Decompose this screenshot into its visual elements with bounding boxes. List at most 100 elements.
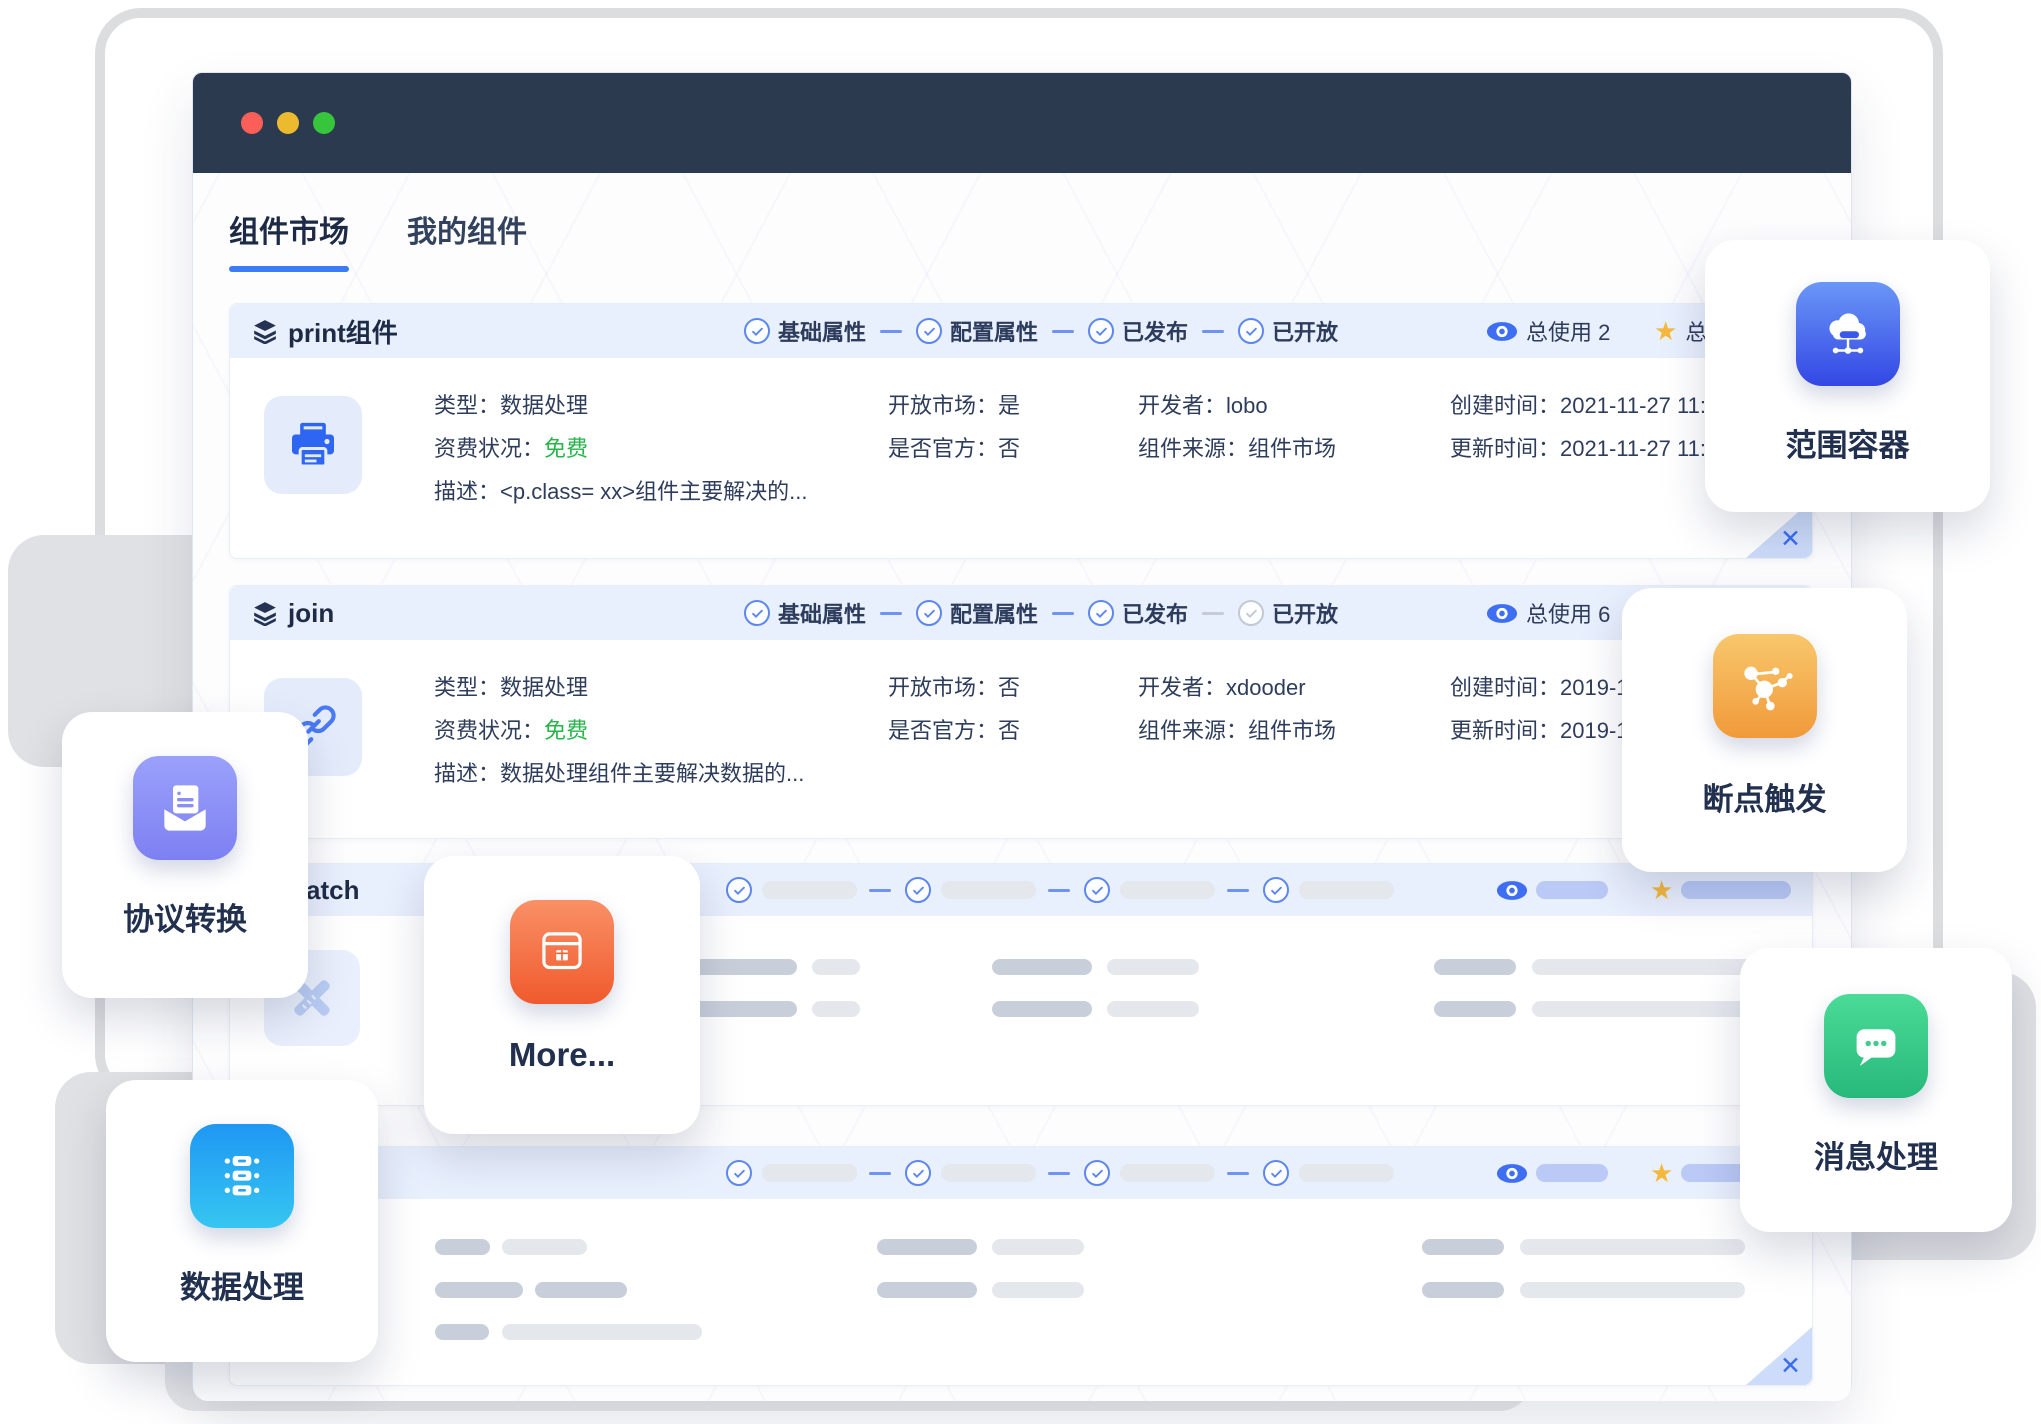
step-label: 配置属性 — [950, 597, 1038, 629]
usage-stat-skeleton — [1496, 1147, 1608, 1199]
status-steps-skeleton — [726, 1147, 1406, 1199]
skeleton-pill — [502, 1239, 587, 1255]
step-check-icon — [744, 600, 770, 626]
step-connector — [1227, 889, 1249, 892]
step-label: 基础属性 — [778, 315, 866, 347]
skeleton-pill — [502, 1324, 702, 1340]
step-connector — [880, 330, 902, 333]
field-created: 创建时间：2019-1 — [1450, 674, 1629, 702]
usage-stat: 总使用 6 — [1486, 586, 1610, 640]
molecule-icon — [1713, 634, 1817, 738]
browser-box-icon — [510, 900, 614, 1004]
fold-corner — [1746, 1327, 1812, 1385]
tab-my-components[interactable]: 我的组件 — [407, 207, 527, 272]
step-check-icon — [905, 1160, 931, 1186]
field-developer: 开发者：xdooder — [1138, 674, 1306, 702]
card-title: atch — [306, 864, 359, 916]
step-label: 已发布 — [1122, 597, 1188, 629]
floating-card-more[interactable]: More... — [424, 856, 700, 1134]
step-label: 已发布 — [1122, 315, 1188, 347]
step-connector — [1052, 330, 1074, 333]
minimize-window-button[interactable] — [277, 112, 299, 134]
skeleton-pill — [992, 1282, 1084, 1298]
step-check-icon — [744, 318, 770, 344]
skeleton-pill — [812, 1001, 860, 1017]
component-card-join[interactable]: join 基础属性 配置属性 已发布 已开放 — [229, 585, 1813, 839]
skeleton-pill — [877, 1239, 977, 1255]
step-connector — [880, 612, 902, 615]
skeleton-pill — [535, 1282, 627, 1298]
browser-window: 组件市场 我的组件 print组件 — [192, 72, 1852, 1400]
skeleton-pill — [992, 1001, 1092, 1017]
step-connector — [869, 1172, 891, 1175]
usage-label: 总使用 2 — [1526, 315, 1610, 347]
floating-card-label: 范围容器 — [1786, 420, 1910, 465]
close-icon[interactable]: ✕ — [1780, 1351, 1801, 1381]
field-source: 组件来源：组件市场 — [1138, 435, 1336, 463]
maximize-window-button[interactable] — [313, 112, 335, 134]
close-window-button[interactable] — [241, 112, 263, 134]
floating-card-label: 断点触发 — [1703, 774, 1827, 819]
star-icon: ★ — [1650, 1160, 1673, 1186]
step-connector — [869, 889, 891, 892]
skeleton-pill — [992, 959, 1092, 975]
skeleton-pill — [1107, 1001, 1199, 1017]
component-icon-box — [264, 396, 362, 494]
skeleton-pill — [941, 881, 1036, 899]
skeleton-pill — [1520, 1239, 1745, 1255]
floating-card-message-processing[interactable]: 消息处理 — [1740, 948, 2012, 1232]
component-card-print[interactable]: print组件 基础属性 配置属性 已发布 已开放 — [229, 303, 1813, 559]
step-connector — [1202, 330, 1224, 333]
tab-active-underline — [229, 266, 349, 272]
floating-card-data-processing[interactable]: 数据处理 — [106, 1080, 378, 1362]
skeleton-pill — [877, 1282, 977, 1298]
floating-card-range-container[interactable]: 范围容器 — [1705, 240, 1990, 512]
skeleton-pill — [992, 1239, 1084, 1255]
card-title-label: atch — [306, 875, 359, 906]
close-icon[interactable]: ✕ — [1780, 524, 1801, 554]
skeleton-pill — [762, 881, 857, 899]
step-check-icon — [1263, 877, 1289, 903]
status-steps: 基础属性 配置属性 已发布 已开放 — [744, 586, 1352, 640]
field-market: 开放市场：是 — [888, 392, 1020, 420]
floating-card-protocol-conversion[interactable]: 协议转换 — [62, 712, 308, 998]
skeleton-pill — [1299, 1164, 1394, 1182]
floating-card-label: 协议转换 — [123, 894, 247, 939]
skeleton-pill — [1120, 1164, 1215, 1182]
floating-card-label: More... — [509, 1036, 615, 1074]
skeleton-pill — [1532, 959, 1757, 975]
step-label: 配置属性 — [950, 315, 1038, 347]
card-header: join 基础属性 配置属性 已发布 已开放 — [230, 586, 1812, 640]
eye-icon — [1486, 321, 1518, 342]
step-connector — [1048, 889, 1070, 892]
chat-bubble-icon — [1824, 994, 1928, 1098]
layers-icon — [252, 318, 278, 344]
tab-bar: 组件市场 我的组件 — [229, 207, 527, 272]
step-check-icon — [1263, 1160, 1289, 1186]
skeleton-pill — [812, 959, 860, 975]
skeleton-pill — [1107, 959, 1199, 975]
skeleton-pill — [1681, 881, 1791, 899]
tab-label: 我的组件 — [407, 207, 527, 251]
skeleton-pill — [1422, 1282, 1504, 1298]
star-icon: ★ — [1650, 877, 1673, 903]
step-connector — [1227, 1172, 1249, 1175]
skeleton-pill — [1532, 1001, 1757, 1017]
skeleton-pill — [1422, 1239, 1504, 1255]
data-pipeline-icon — [190, 1124, 294, 1228]
window-body: 组件市场 我的组件 print组件 — [193, 173, 1851, 1401]
field-updated: 更新时间：2019-1 — [1450, 717, 1629, 745]
field-fee: 资费状况：免费 — [434, 435, 588, 463]
step-label: 已开放 — [1272, 597, 1338, 629]
usage-stat-skeleton — [1496, 864, 1608, 916]
scene: 组件市场 我的组件 print组件 — [0, 0, 2041, 1424]
component-card-skeleton[interactable]: ★ ✕ — [229, 1146, 1813, 1386]
inbox-document-icon — [133, 756, 237, 860]
step-connector — [1048, 1172, 1070, 1175]
tab-component-market[interactable]: 组件市场 — [229, 207, 349, 272]
usage-stat: 总使用 2 — [1486, 304, 1610, 358]
eye-icon — [1496, 880, 1528, 901]
card-header: ★ — [230, 1147, 1812, 1199]
floating-card-breakpoint-trigger[interactable]: 断点触发 — [1622, 588, 1907, 872]
skeleton-pill — [1536, 881, 1608, 899]
